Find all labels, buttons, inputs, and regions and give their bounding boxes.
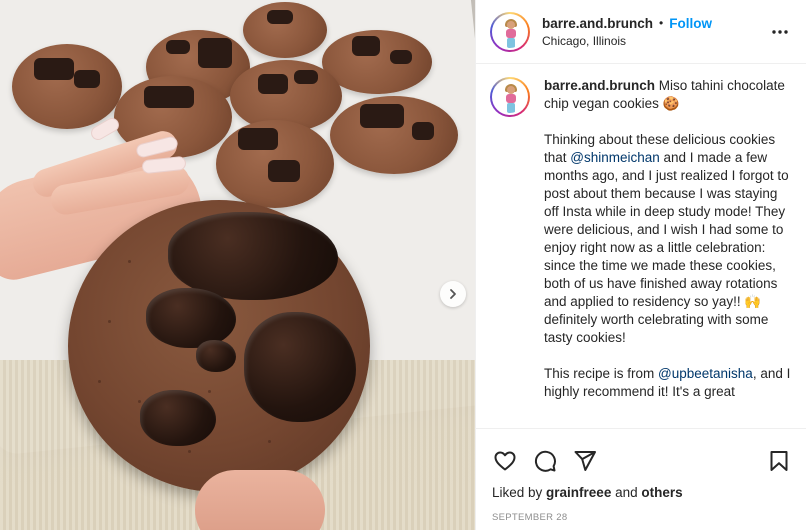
separator-dot: • — [659, 16, 664, 30]
caption-text-segment: definitely worth celebrating with some t… — [544, 312, 769, 345]
avatar[interactable] — [490, 11, 530, 52]
chocolate-chunk — [244, 312, 356, 422]
avatar-image — [492, 79, 528, 115]
caption-paragraph-1: Thinking about these delicious cookies t… — [544, 131, 792, 347]
likes-mid: and — [611, 485, 642, 500]
featured-cookie — [68, 200, 370, 492]
mention-link[interactable]: @shinmeichan — [570, 150, 660, 165]
more-horizontal-icon — [772, 29, 788, 34]
caption-text: barre.and.brunch Miso tahini chocolate c… — [544, 77, 792, 401]
chocolate-chunk — [140, 390, 216, 446]
chocolate-chunk — [146, 288, 236, 348]
background-cookie — [330, 96, 458, 174]
heart-icon — [494, 451, 516, 471]
likes-prefix: Liked by — [492, 485, 547, 500]
background-cookie — [243, 2, 327, 58]
caption-username-link[interactable]: barre.and.brunch — [544, 78, 655, 93]
likes-summary: Liked by grainfreee and others — [476, 481, 806, 500]
post-actions: Liked by grainfreee and others SEPTEMBER… — [476, 428, 806, 530]
raised-hands-emoji: 🙌 — [744, 294, 762, 309]
cookie-emoji: 🍪 — [662, 96, 680, 111]
chevron-right-icon — [450, 289, 456, 299]
others-link[interactable]: others — [641, 485, 682, 500]
caption-text-segment: This recipe is from — [544, 366, 659, 381]
caption-avatar[interactable] — [490, 77, 530, 117]
liker-username-link[interactable]: grainfreee — [546, 485, 611, 500]
next-image-button[interactable] — [440, 281, 466, 307]
mention-link[interactable]: @upbeetanisha — [658, 366, 753, 381]
avatar-image — [492, 13, 528, 50]
share-button[interactable] — [572, 448, 598, 474]
save-button[interactable] — [766, 448, 792, 474]
caption: barre.and.brunch Miso tahini chocolate c… — [490, 77, 792, 401]
send-icon — [574, 451, 596, 471]
thumb — [195, 470, 325, 530]
post-side-panel: barre.and.brunch • Follow Chicago, Illin… — [475, 0, 806, 530]
like-button[interactable] — [492, 448, 518, 474]
post-image[interactable] — [0, 0, 475, 530]
more-options-button[interactable] — [768, 20, 792, 44]
background-cookie — [216, 120, 334, 208]
bookmark-icon — [770, 451, 788, 471]
caption-scroll-area[interactable]: barre.and.brunch Miso tahini chocolate c… — [476, 65, 806, 428]
comment-icon — [534, 450, 556, 472]
post-header: barre.and.brunch • Follow Chicago, Illin… — [476, 0, 806, 64]
chocolate-chunk — [168, 212, 338, 300]
action-bar — [476, 429, 806, 481]
comment-button[interactable] — [532, 448, 558, 474]
post-date[interactable]: SEPTEMBER 28 — [476, 500, 806, 523]
username-link[interactable]: barre.and.brunch — [542, 16, 653, 31]
follow-button[interactable]: Follow — [669, 16, 712, 31]
header-text: barre.and.brunch • Follow Chicago, Illin… — [542, 16, 768, 48]
chocolate-chunk — [196, 340, 236, 372]
location-link[interactable]: Chicago, Illinois — [542, 34, 768, 48]
caption-paragraph-2: This recipe is from @upbeetanisha, and I… — [544, 365, 792, 401]
caption-text-segment: and I made a few months ago, and I just … — [544, 150, 789, 309]
background-cookie — [12, 44, 122, 129]
